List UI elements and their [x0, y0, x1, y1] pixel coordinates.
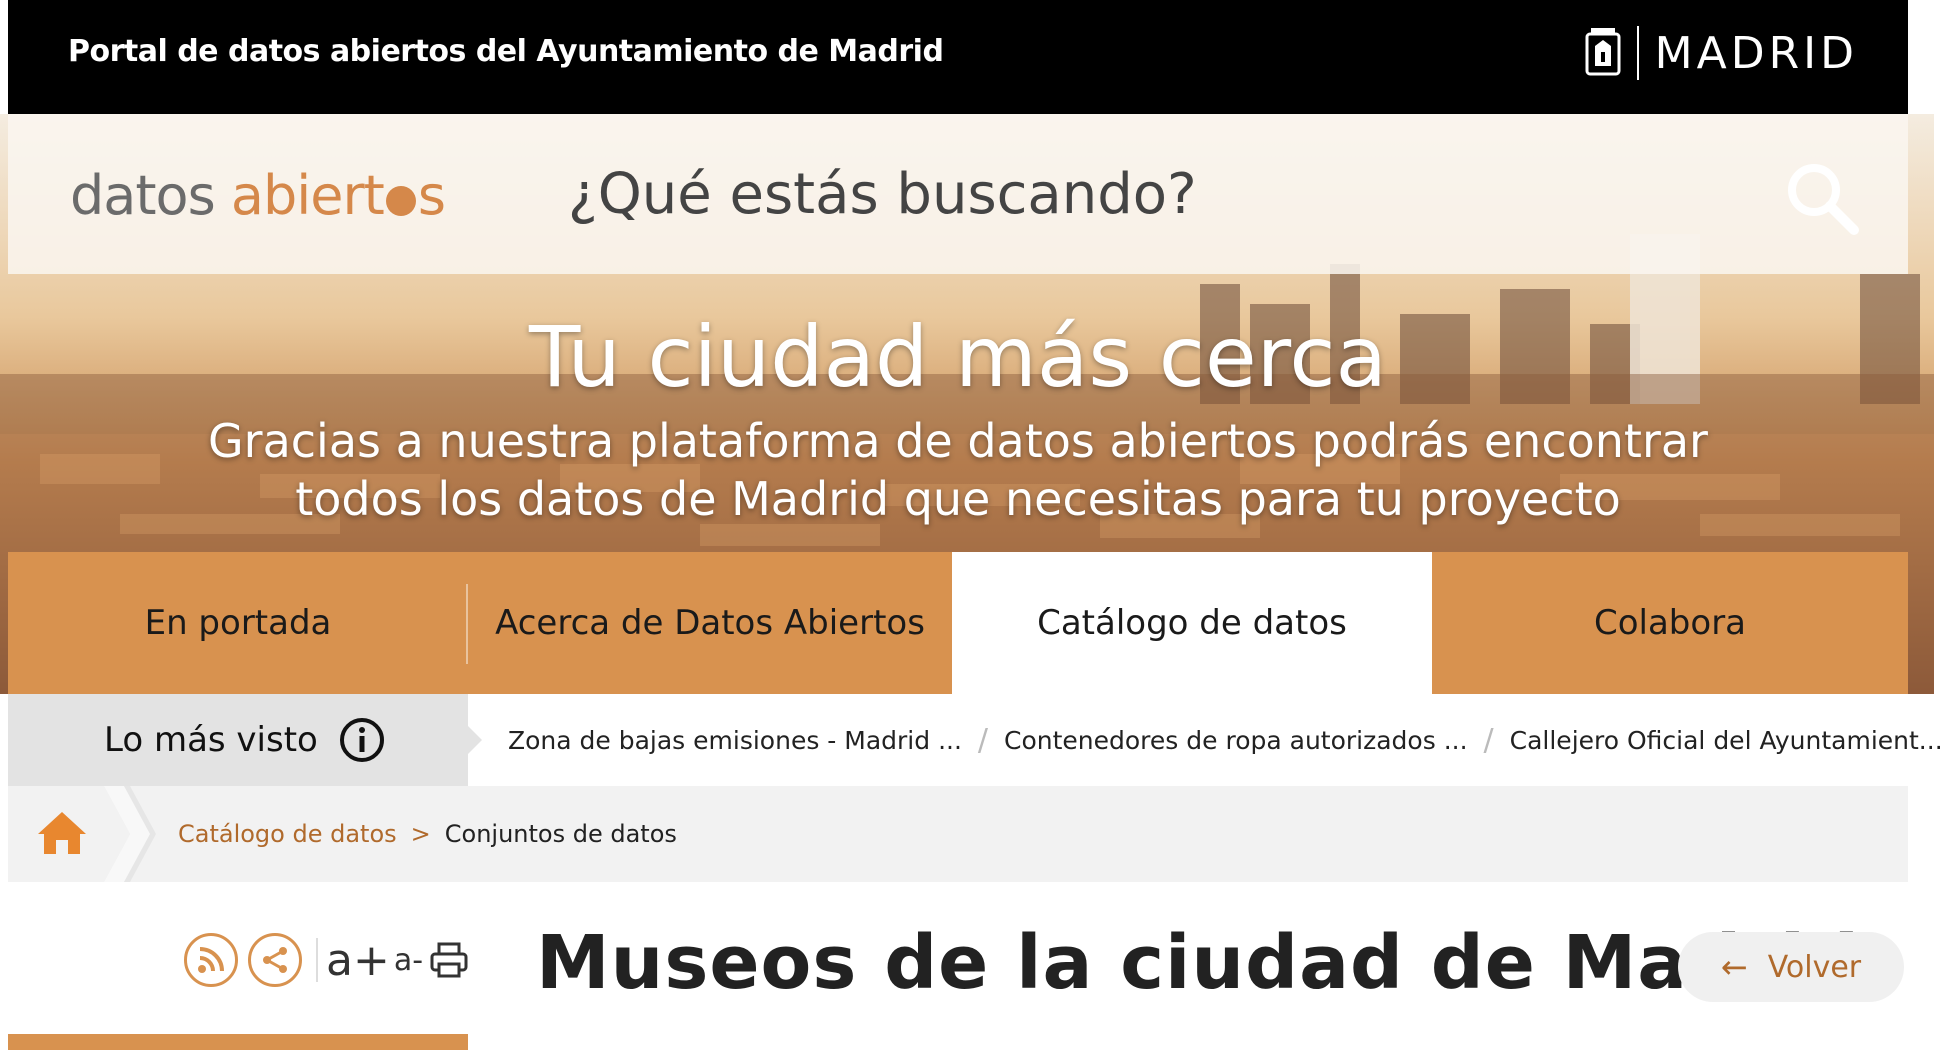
page-tools: a+ a- [184, 930, 469, 990]
back-button[interactable]: ← Volver [1678, 932, 1904, 1002]
page-content: datos abierts Tu ciudad más cerca Gracia… [8, 0, 1942, 1050]
nav-catalogo-active[interactable]: Catálogo de datos [952, 552, 1432, 694]
link-separator: / [977, 722, 989, 758]
breadcrumb: Catálogo de datos > Conjuntos de datos [8, 786, 1908, 882]
most-viewed-link[interactable]: Contenedores de ropa autorizados ... [1004, 726, 1468, 755]
font-decrease-button[interactable]: a- [394, 943, 423, 978]
most-viewed-link[interactable]: Callejero Oficial del Ayuntamient... [1510, 726, 1942, 755]
info-icon[interactable] [338, 716, 386, 764]
nav-label: Catálogo de datos [1037, 603, 1347, 643]
nav-en-portada[interactable]: En portada [8, 552, 468, 694]
most-viewed-arrow [468, 726, 482, 754]
nav-label: Colabora [1593, 603, 1747, 643]
brand-part2b: s [417, 164, 446, 227]
hero-title: Tu ciudad más cerca [528, 308, 1388, 406]
breadcrumb-current: Conjuntos de datos [444, 820, 677, 848]
left-accent-bar [8, 1034, 468, 1050]
datos-abiertos-logo[interactable]: datos abiert s [70, 164, 446, 227]
rss-icon [198, 947, 224, 973]
most-viewed-links: Zona de bajas emisiones - Madrid ... / C… [508, 694, 1942, 786]
brand-part2a: abiert [230, 164, 385, 227]
nav-colabora[interactable]: Colabora [1432, 552, 1908, 694]
hero-subtitle-line1: Gracias a nuestra plataforma de datos ab… [208, 414, 1708, 468]
tools-separator [316, 938, 318, 982]
share-button[interactable] [248, 933, 302, 987]
hero-subtitle: Gracias a nuestra plataforma de datos ab… [8, 412, 1908, 528]
nav-acerca-de[interactable]: Acerca de Datos Abiertos [468, 552, 952, 694]
brand-part1: datos [70, 164, 216, 227]
main-nav: En portada Acerca de Datos Abiertos Catá… [8, 552, 1908, 694]
breadcrumb-items: Catálogo de datos > Conjuntos de datos [178, 786, 677, 882]
nav-label: Acerca de Datos Abiertos [495, 603, 925, 643]
hero-subtitle-line2: todos los datos de Madrid que necesitas … [295, 472, 1621, 526]
most-viewed-bar: Lo más visto Zona de bajas emisiones - M… [8, 694, 1942, 786]
page-title: Museos de la ciudad de Madrid [536, 920, 1861, 1006]
rss-button[interactable] [184, 933, 238, 987]
search-bar: datos abiert s [8, 114, 1908, 274]
share-icon [263, 947, 287, 973]
home-icon[interactable] [36, 808, 88, 858]
font-increase-button[interactable]: a+ [326, 935, 390, 986]
breadcrumb-separator: > [410, 820, 431, 848]
brand-dot-icon [385, 186, 416, 216]
back-button-label: Volver [1767, 949, 1862, 985]
print-icon[interactable] [429, 940, 469, 980]
search-icon[interactable] [1782, 158, 1862, 238]
link-separator: / [1483, 722, 1494, 758]
arrow-left-icon: ← [1720, 948, 1748, 986]
nav-label: En portada [144, 603, 332, 643]
search-input[interactable] [568, 154, 1748, 234]
most-viewed-label: Lo más visto [8, 694, 468, 786]
most-viewed-link[interactable]: Zona de bajas emisiones - Madrid ... [508, 726, 962, 755]
breadcrumb-chevron [104, 786, 156, 882]
most-viewed-text: Lo más visto [104, 720, 318, 760]
breadcrumb-catalogo-link[interactable]: Catálogo de datos [178, 820, 397, 848]
